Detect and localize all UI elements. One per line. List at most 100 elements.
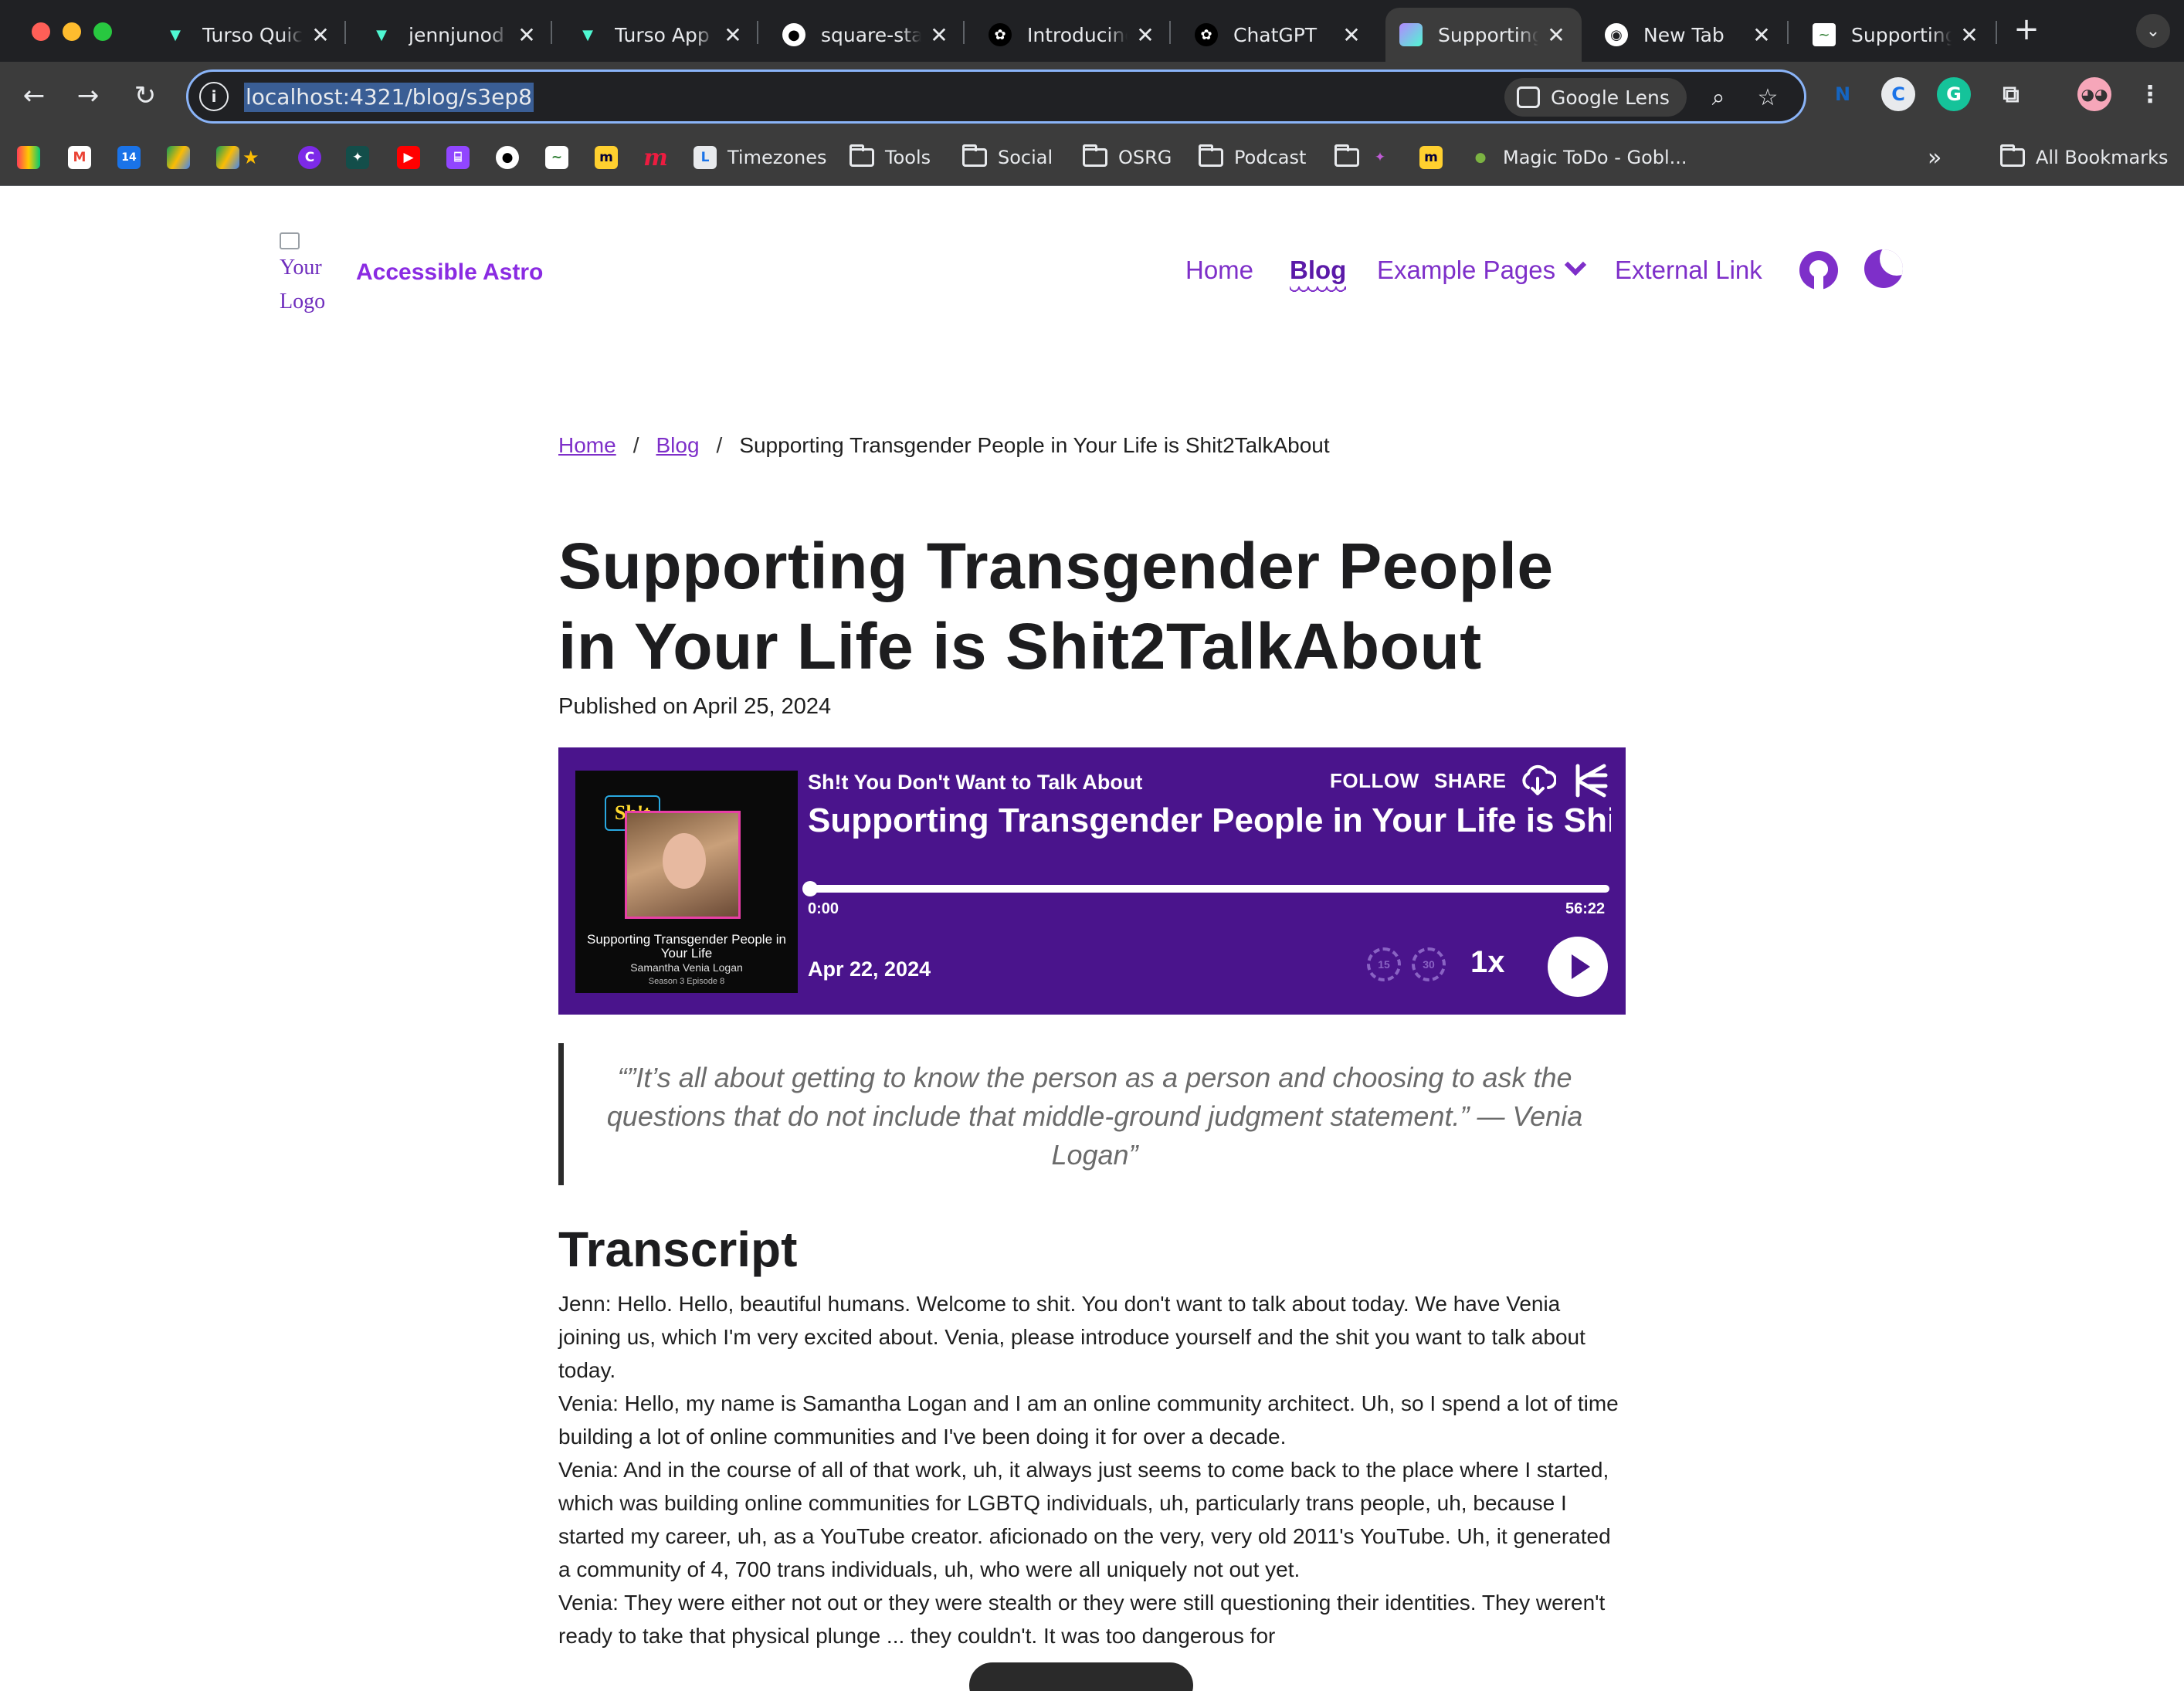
grammarly-icon[interactable]: G bbox=[1937, 77, 1971, 111]
bookmark-folder-tools[interactable]: Tools bbox=[850, 144, 931, 171]
tab-new-tab[interactable]: ◉ New Tab ✕ bbox=[1591, 8, 1787, 62]
minimize-window-button[interactable] bbox=[63, 22, 81, 41]
guest-photo bbox=[625, 811, 741, 919]
playback-speed-button[interactable]: 1x bbox=[1470, 945, 1505, 980]
bookmark-miro-2[interactable]: m bbox=[1419, 144, 1443, 171]
new-tab-button[interactable]: + bbox=[2011, 14, 2042, 48]
bookmark-twitch[interactable]: ⌸ bbox=[446, 144, 470, 171]
bookmark-canva[interactable]: C bbox=[298, 144, 321, 171]
site-name[interactable]: Accessible Astro bbox=[356, 259, 543, 286]
progress-track[interactable] bbox=[810, 885, 1609, 893]
maximize-window-button[interactable] bbox=[93, 22, 112, 41]
tab-introducing[interactable]: ✿ Introducing ✕ bbox=[975, 8, 1171, 62]
close-tab-icon[interactable]: ✕ bbox=[721, 22, 744, 48]
bookmark-folder-osrg[interactable]: OSRG bbox=[1083, 144, 1172, 171]
player-brand-icon[interactable] bbox=[1573, 763, 1609, 798]
close-tab-icon[interactable]: ✕ bbox=[1958, 22, 1981, 48]
bookmarks-overflow-button[interactable]: » bbox=[1928, 144, 1942, 171]
bookmark-github[interactable]: ● bbox=[496, 144, 519, 171]
bookmark-timezones[interactable]: L Timezones bbox=[694, 144, 827, 171]
folder-icon bbox=[1083, 144, 1107, 167]
bookmark-gmail[interactable]: M bbox=[68, 144, 91, 171]
bookmark-all-bookmarks[interactable]: All Bookmarks bbox=[2000, 144, 2168, 171]
bookmark-meetup[interactable]: m bbox=[643, 144, 668, 171]
close-tab-icon[interactable]: ✕ bbox=[309, 22, 332, 48]
breadcrumb-separator: / bbox=[632, 433, 639, 457]
star-icon: ★ bbox=[242, 147, 259, 168]
tab-chatgpt[interactable]: ✿ ChatGPT ✕ bbox=[1181, 8, 1377, 62]
bookmark-monday[interactable] bbox=[17, 144, 40, 171]
bookmark-drive[interactable] bbox=[167, 144, 190, 171]
published-date: Published on April 25, 2024 bbox=[558, 694, 832, 719]
close-window-button[interactable] bbox=[32, 22, 50, 41]
bookmark-app[interactable]: ✦ bbox=[1368, 144, 1392, 171]
nav-home[interactable]: Home bbox=[1185, 256, 1253, 285]
forward-button[interactable]: → bbox=[70, 77, 107, 114]
site-logo[interactable]: Your Logo bbox=[280, 232, 334, 319]
extensions-puzzle-icon[interactable]: ⧉ bbox=[1994, 77, 2028, 111]
bookmark-calendar[interactable]: 14 bbox=[117, 144, 141, 171]
close-tab-icon[interactable]: ✕ bbox=[1340, 22, 1363, 48]
share-button[interactable]: SHARE bbox=[1434, 769, 1507, 793]
github-icon: ● bbox=[782, 23, 805, 46]
podcast-player: Sh!t Supporting Transgender People in Yo… bbox=[558, 747, 1626, 1015]
tab-jennjunod-turso[interactable]: ▼ jennjunod | Turso ✕ bbox=[356, 8, 552, 62]
breadcrumb: Home / Blog / Supporting Transgender People … bbox=[558, 433, 1626, 458]
bookmark-star-icon[interactable]: ☆ bbox=[1752, 81, 1784, 114]
tab-turso-quickstart[interactable]: ▼ Turso Quickstart ✕ bbox=[150, 8, 346, 62]
progress-knob[interactable] bbox=[802, 881, 818, 896]
breadcrumb-blog[interactable]: Blog bbox=[656, 433, 699, 457]
play-button[interactable] bbox=[1548, 937, 1608, 997]
bookmark-miro[interactable]: m bbox=[595, 144, 618, 171]
download-cloud-icon[interactable] bbox=[1519, 764, 1556, 795]
bookmark-magic-todo[interactable]: ● Magic ToDo - Gobl... bbox=[1469, 144, 1687, 171]
site-info-icon[interactable]: i bbox=[199, 82, 229, 111]
close-tab-icon[interactable]: ✕ bbox=[1750, 22, 1773, 48]
bookmark-sheet[interactable]: ~ bbox=[545, 144, 568, 171]
extension-c-icon[interactable]: C bbox=[1881, 77, 1915, 111]
google-lens-button[interactable]: Google Lens bbox=[1504, 78, 1687, 117]
chevron-down-icon bbox=[1564, 253, 1587, 276]
bookmark-folder-social[interactable]: Social bbox=[962, 144, 1053, 171]
nav-blog[interactable]: Blog bbox=[1290, 256, 1347, 293]
cover-caption: Supporting Transgender People in Your Li… bbox=[586, 932, 786, 987]
github-icon[interactable] bbox=[1799, 251, 1838, 290]
tab-supporting-active[interactable]: Supporting ✕ bbox=[1385, 8, 1582, 62]
tab-supporting-2[interactable]: ~ Supporting ✕ bbox=[1799, 8, 1995, 62]
bookmark-folder-podcast[interactable]: Podcast bbox=[1199, 144, 1306, 171]
address-bar[interactable]: i localhost:4321/blog/s3ep8 Google Lens … bbox=[186, 69, 1806, 124]
bookmark-drive-starred[interactable]: ★ bbox=[216, 144, 259, 171]
tab-turso-app[interactable]: ▼ Turso App ✕ bbox=[562, 8, 758, 62]
bookmark-youtube[interactable]: ▶ bbox=[397, 144, 420, 171]
bookmark-folder-unnamed[interactable] bbox=[1334, 144, 1370, 171]
close-tab-icon[interactable]: ✕ bbox=[1545, 22, 1568, 48]
menu-kebab-icon[interactable]: ⋮ bbox=[2133, 77, 2167, 111]
floating-toolbar[interactable] bbox=[969, 1662, 1193, 1691]
dark-mode-toggle-icon[interactable] bbox=[1864, 249, 1903, 288]
drive-icon bbox=[167, 146, 190, 169]
zoom-icon[interactable]: ⌕ bbox=[1702, 81, 1735, 114]
back-button[interactable]: ← bbox=[15, 77, 53, 114]
browser-toolbar: ← → ↻ i localhost:4321/blog/s3ep8 Google… bbox=[0, 62, 2184, 130]
page-title: Supporting Transgender People in Your Li… bbox=[558, 530, 1554, 683]
skip-forward-30-icon[interactable]: 30 bbox=[1412, 947, 1446, 981]
follow-button[interactable]: FOLLOW bbox=[1330, 769, 1419, 793]
tab-square-stack[interactable]: ● square-stack ✕ bbox=[768, 8, 965, 62]
nav-external-link[interactable]: External Link bbox=[1615, 256, 1762, 285]
extension-n-icon[interactable]: N bbox=[1826, 77, 1860, 111]
reload-button[interactable]: ↻ bbox=[127, 77, 164, 114]
nav-example-pages[interactable]: Example Pages bbox=[1377, 253, 1587, 285]
breadcrumb-home[interactable]: Home bbox=[558, 433, 616, 457]
url-text[interactable]: localhost:4321/blog/s3ep8 bbox=[244, 83, 534, 112]
reload-icon: ↻ bbox=[134, 80, 157, 111]
profile-avatar[interactable]: ◕◕ bbox=[2077, 77, 2111, 111]
close-tab-icon[interactable]: ✕ bbox=[1134, 22, 1157, 48]
close-tab-icon[interactable]: ✕ bbox=[515, 22, 538, 48]
tab-search-button[interactable]: ⌄ bbox=[2136, 14, 2170, 48]
bookmark-gameplay[interactable]: ✦ bbox=[346, 144, 369, 171]
site-header: Your Logo Accessible Astro Home Blog Exa… bbox=[0, 186, 2184, 356]
chevron-down-icon: ⌄ bbox=[2145, 21, 2161, 41]
show-name[interactable]: Sh!t You Don't Want to Talk About bbox=[808, 771, 1142, 795]
close-tab-icon[interactable]: ✕ bbox=[928, 22, 951, 48]
skip-back-15-icon[interactable]: 15 bbox=[1367, 947, 1401, 981]
